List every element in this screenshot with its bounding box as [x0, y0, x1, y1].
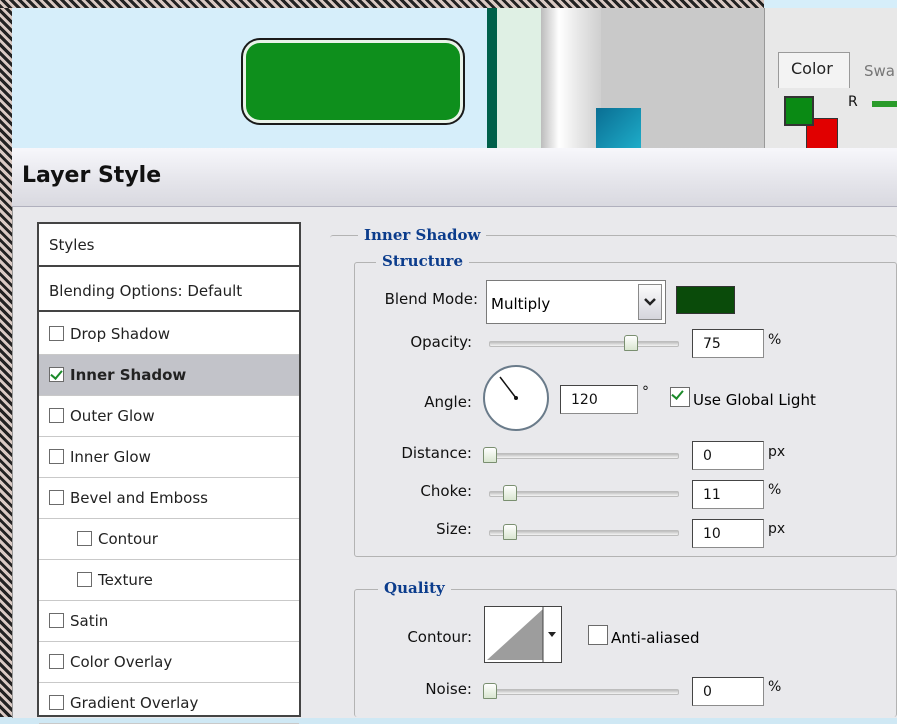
style-item[interactable]: Bevel and Emboss: [39, 478, 299, 519]
light-green-strip: [497, 8, 541, 168]
shadow-color-swatch[interactable]: [676, 286, 735, 314]
chevron-down-icon[interactable]: [638, 284, 662, 320]
anti-aliased-label: Anti-aliased: [611, 629, 700, 647]
style-item[interactable]: Gradient Overlay: [39, 683, 299, 724]
styles-header[interactable]: Styles: [39, 225, 299, 267]
style-item[interactable]: Color Overlay: [39, 642, 299, 683]
choke-slider-track[interactable]: [489, 491, 679, 497]
opacity-slider-track[interactable]: [489, 341, 679, 347]
selection-marquee-top: [0, 0, 764, 8]
checkbox-icon[interactable]: [49, 695, 64, 710]
red-channel-label: R: [848, 94, 858, 110]
style-item-label: Gradient Overlay: [70, 694, 199, 712]
teal-strip: [487, 8, 497, 168]
contour-label: Contour:: [407, 628, 472, 646]
style-item-label: Satin: [70, 612, 109, 630]
inner-shadow-title: Inner Shadow: [358, 226, 487, 244]
use-global-light-label: Use Global Light: [693, 391, 816, 409]
distance-slider-thumb[interactable]: [483, 447, 497, 463]
style-item-label: Contour: [98, 530, 158, 548]
noise-unit: %: [768, 679, 782, 695]
noise-label: Noise:: [425, 680, 472, 698]
checkbox-icon[interactable]: [49, 490, 64, 505]
checkbox-icon[interactable]: [49, 408, 64, 423]
angle-label: Angle:: [424, 393, 472, 411]
angle-input[interactable]: 120: [560, 385, 638, 414]
checkbox-icon[interactable]: [49, 613, 64, 628]
style-item[interactable]: Drop Shadow: [39, 314, 299, 355]
structure-title: Structure: [376, 252, 469, 270]
distance-input[interactable]: 0: [692, 441, 764, 470]
checkbox-icon[interactable]: [49, 449, 64, 464]
style-item[interactable]: Outer Glow: [39, 396, 299, 437]
cyan-thumbnail: [596, 108, 641, 153]
style-item[interactable]: Inner Shadow: [39, 355, 299, 396]
size-input[interactable]: 10: [692, 519, 764, 548]
use-global-light-checkbox[interactable]: Use Global Light: [670, 387, 816, 409]
checkmark-icon[interactable]: [49, 367, 64, 382]
tab-swatches[interactable]: Swa: [852, 56, 897, 86]
size-label: Size:: [436, 520, 472, 538]
noise-slider-thumb[interactable]: [483, 683, 497, 699]
foreground-color-swatch[interactable]: [784, 96, 814, 126]
anti-aliased-box: [588, 625, 608, 645]
quality-title: Quality: [378, 579, 451, 597]
distance-slider-track[interactable]: [484, 453, 679, 459]
anti-aliased-checkbox[interactable]: Anti-aliased: [588, 625, 700, 647]
style-item-label: Drop Shadow: [70, 325, 171, 343]
style-item-label: Color Overlay: [70, 653, 173, 671]
grey-scrollbar-area: [541, 8, 601, 168]
style-item-label: Texture: [98, 571, 153, 589]
checkbox-icon[interactable]: [77, 531, 92, 546]
tab-color[interactable]: Color: [778, 52, 850, 88]
distance-label: Distance:: [401, 444, 472, 462]
size-unit: px: [768, 521, 786, 537]
style-item[interactable]: Contour: [39, 519, 299, 560]
style-item-label: Bevel and Emboss: [70, 489, 208, 507]
opacity-slider-thumb[interactable]: [624, 335, 638, 351]
green-rounded-rectangle-layer: [246, 43, 460, 120]
red-channel-slider[interactable]: [872, 101, 897, 107]
choke-unit: %: [768, 482, 782, 498]
angle-dial[interactable]: [483, 365, 549, 431]
style-item[interactable]: Satin: [39, 601, 299, 642]
choke-label: Choke:: [420, 482, 472, 500]
checkbox-icon[interactable]: [49, 654, 64, 669]
opacity-unit: %: [768, 332, 782, 348]
angle-unit: °: [642, 384, 649, 400]
style-item[interactable]: Texture: [39, 560, 299, 601]
style-item[interactable]: Inner Glow: [39, 437, 299, 478]
opacity-label: Opacity:: [410, 333, 472, 351]
style-item-label: Inner Shadow: [70, 366, 187, 384]
choke-slider-thumb[interactable]: [503, 485, 517, 501]
noise-input[interactable]: 0: [692, 677, 764, 706]
blend-mode-label: Blend Mode:: [384, 290, 478, 308]
noise-slider-track[interactable]: [484, 689, 679, 695]
style-item-label: Outer Glow: [70, 407, 155, 425]
checkbox-icon[interactable]: [49, 326, 64, 341]
distance-unit: px: [768, 444, 786, 460]
dialog-title: Layer Style: [22, 163, 162, 188]
choke-input[interactable]: 11: [692, 480, 764, 509]
blending-options-item[interactable]: Blending Options: Default: [39, 270, 299, 312]
size-slider-track[interactable]: [489, 530, 679, 536]
size-slider-thumb[interactable]: [503, 524, 517, 540]
contour-picker[interactable]: [484, 606, 562, 663]
checkmark-icon: [670, 387, 690, 407]
checkbox-icon[interactable]: [77, 572, 92, 587]
style-item-label: Inner Glow: [70, 448, 151, 466]
opacity-input[interactable]: 75: [692, 329, 764, 358]
blend-mode-value: Multiply: [491, 295, 551, 313]
selection-marquee-left: [0, 0, 12, 717]
